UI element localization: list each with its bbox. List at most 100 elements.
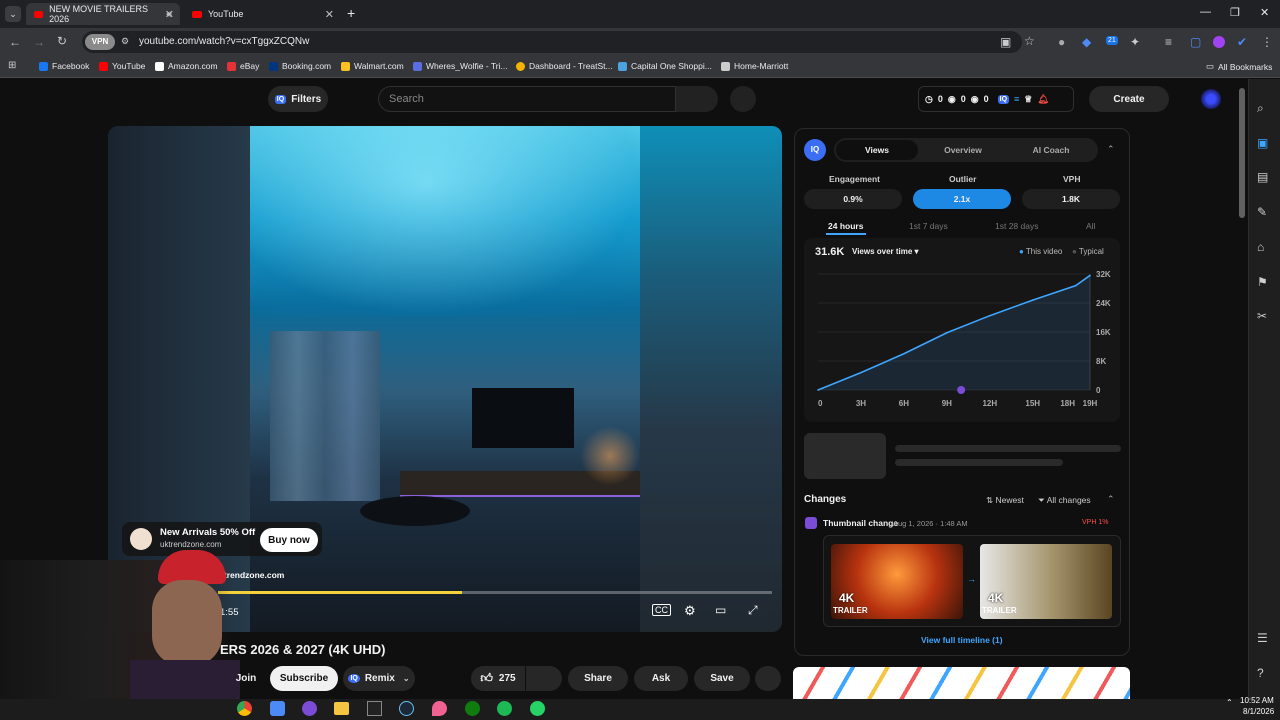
tab-ai-coach[interactable]: AI Coach bbox=[1008, 140, 1094, 160]
channel-avatar[interactable] bbox=[1201, 89, 1221, 109]
collapse-icon[interactable]: ⌃ bbox=[1107, 144, 1115, 155]
bookmark-youtube[interactable]: YouTube bbox=[99, 61, 145, 71]
profile-avatar[interactable] bbox=[1213, 36, 1225, 48]
fullscreen-icon[interactable]: ⤢ bbox=[748, 603, 758, 618]
bookmark-facebook[interactable]: Facebook bbox=[39, 61, 89, 71]
sort-newest-button[interactable]: ⇅ Newest bbox=[986, 495, 1024, 506]
notes-icon[interactable]: ✎ bbox=[1257, 205, 1267, 219]
voice-search-button[interactable] bbox=[730, 86, 756, 112]
extension-shield-icon[interactable]: ◆ bbox=[1082, 35, 1091, 49]
extension-check-icon[interactable]: ✔ bbox=[1237, 35, 1247, 49]
bookmark-amazon[interactable]: Amazon.com bbox=[155, 61, 218, 71]
iq-icon[interactable]: IQ bbox=[997, 94, 1010, 104]
bookmark-booking[interactable]: Booking.com bbox=[269, 61, 331, 71]
time-tab-28d[interactable]: 1st 28 days bbox=[995, 221, 1038, 231]
url-text[interactable]: youtube.com/watch?v=cxTggxZCQNw bbox=[139, 36, 309, 47]
new-tab-button[interactable]: + bbox=[347, 5, 355, 21]
metric-engagement[interactable]: 0.9% bbox=[804, 189, 902, 209]
save-button[interactable]: Save bbox=[694, 666, 750, 691]
bookmark-star-icon[interactable]: ☆ bbox=[1024, 34, 1035, 48]
app-icon[interactable] bbox=[270, 701, 285, 716]
reading-list-icon[interactable]: ≡ bbox=[1165, 35, 1172, 49]
whatsapp-icon[interactable] bbox=[530, 701, 545, 716]
join-button[interactable]: Join bbox=[226, 666, 266, 691]
time-tab-7d[interactable]: 1st 7 days bbox=[909, 221, 948, 231]
remix-button[interactable]: IQ Remix ⌄ bbox=[343, 666, 415, 691]
news-icon[interactable]: ▤ bbox=[1257, 170, 1268, 184]
bookmark-wolfie[interactable]: Wheres_Wolfie - Tri... bbox=[413, 61, 508, 71]
steam-icon[interactable] bbox=[399, 701, 414, 716]
more-actions-button[interactable] bbox=[755, 666, 781, 691]
bookmark-capital-one[interactable]: Capital One Shoppi... bbox=[618, 61, 712, 71]
bookmark-walmart[interactable]: Walmart.com bbox=[341, 61, 404, 71]
site-info-icon[interactable]: ⚙ bbox=[121, 36, 129, 47]
taskbar-date[interactable]: 8/1/2026 bbox=[1243, 707, 1274, 716]
page-scrollbar[interactable] bbox=[1239, 88, 1245, 218]
spotify-icon[interactable] bbox=[497, 701, 512, 716]
collapse-changes-icon[interactable]: ⌃ bbox=[1107, 494, 1115, 505]
theater-mode-icon[interactable]: ▭ bbox=[715, 603, 726, 617]
tab-overview[interactable]: Overview bbox=[922, 140, 1004, 160]
restore-icon[interactable]: ❐ bbox=[1230, 6, 1240, 19]
all-bookmarks[interactable]: ▭ All Bookmarks bbox=[1206, 61, 1272, 72]
tools-icon[interactable]: ✂ bbox=[1257, 309, 1267, 323]
view-full-timeline-link[interactable]: View full timeline (1) bbox=[921, 635, 1003, 645]
tab-views[interactable]: Views bbox=[836, 140, 918, 160]
settings-icon[interactable]: ⚙ bbox=[684, 603, 696, 619]
epic-games-icon[interactable] bbox=[367, 701, 382, 716]
create-button[interactable]: Create bbox=[1089, 86, 1169, 112]
trophy-icon[interactable]: ♕ bbox=[1024, 94, 1032, 105]
share-button[interactable]: Share bbox=[568, 666, 628, 691]
tab-movie-trailers[interactable]: NEW MOVIE TRAILERS 2026 🔊︎ ✕ bbox=[26, 3, 180, 25]
search-input[interactable]: Search bbox=[378, 86, 676, 112]
reload-icon[interactable]: ↻ bbox=[57, 34, 67, 48]
minimize-icon[interactable]: — bbox=[1200, 6, 1211, 18]
extension-badge[interactable]: 21 bbox=[1106, 36, 1118, 45]
xbox-icon[interactable] bbox=[465, 701, 480, 716]
sidepanel-icon[interactable]: ▢ bbox=[1190, 35, 1201, 49]
filters-button[interactable]: IQ Filters bbox=[268, 86, 328, 112]
all-changes-filter[interactable]: ⏷ All changes bbox=[1038, 495, 1091, 506]
metric-outlier[interactable]: 2.1x bbox=[913, 189, 1011, 209]
bookmark-ebay[interactable]: eBay bbox=[227, 61, 259, 71]
subscribe-button[interactable]: Subscribe bbox=[270, 666, 338, 691]
search-button[interactable] bbox=[676, 86, 718, 112]
close-tab-icon[interactable]: ✕ bbox=[165, 8, 174, 21]
views-dropdown[interactable]: Views over time ▾ bbox=[852, 247, 919, 256]
time-tab-all[interactable]: All bbox=[1086, 221, 1095, 231]
app-icon[interactable] bbox=[302, 701, 317, 716]
chat-icon[interactable]: ▣ bbox=[1257, 136, 1268, 150]
tab-youtube[interactable]: YouTube ✕ bbox=[184, 3, 340, 25]
captions-icon[interactable]: CC bbox=[652, 604, 671, 616]
list-icon[interactable]: ≡ bbox=[1014, 94, 1019, 104]
change-title[interactable]: Thumbnail change bbox=[823, 518, 898, 528]
vpn-badge[interactable]: VPN bbox=[85, 34, 115, 50]
recommended-video-thumbnail[interactable] bbox=[793, 667, 1130, 699]
chrome-app-icon[interactable] bbox=[237, 701, 252, 716]
search-icon[interactable]: ⌕ bbox=[1257, 101, 1264, 116]
apps-icon[interactable]: ⊞ bbox=[8, 60, 16, 71]
tag-icon[interactable]: ⌂ bbox=[1257, 240, 1264, 254]
time-tab-24h[interactable]: 24 hours bbox=[828, 221, 863, 231]
ask-button[interactable]: Ask bbox=[634, 666, 688, 691]
buy-now-button[interactable]: Buy now bbox=[260, 528, 318, 552]
like-button[interactable]: 👍︎ 275 bbox=[471, 666, 525, 691]
close-tab-icon[interactable]: ✕ bbox=[325, 8, 334, 21]
old-thumbnail[interactable]: 4K TRAILER bbox=[831, 544, 963, 619]
cast-icon[interactable]: ▣ bbox=[1000, 35, 1011, 49]
dislike-button[interactable] bbox=[526, 666, 562, 691]
extension-icon[interactable]: ● bbox=[1058, 35, 1065, 49]
forward-icon[interactable]: → bbox=[33, 35, 45, 49]
puzzle-icon[interactable]: ✦ bbox=[1130, 35, 1140, 49]
close-window-icon[interactable]: ✕ bbox=[1260, 6, 1269, 19]
bookmark-treatstock[interactable]: Dashboard - TreatSt... bbox=[516, 61, 613, 71]
tray-chevron-icon[interactable]: ⌃ bbox=[1226, 698, 1233, 707]
bell-icon[interactable]: 🔔︎ bbox=[1037, 94, 1048, 105]
new-thumbnail[interactable]: 4K TRAILER bbox=[980, 544, 1112, 619]
tab-search-button[interactable]: ⌄ bbox=[5, 6, 21, 22]
help-icon[interactable]: ? bbox=[1257, 666, 1264, 680]
metric-vph[interactable]: 1.8K bbox=[1022, 189, 1120, 209]
game-icon[interactable]: ⚑ bbox=[1257, 275, 1268, 289]
bookmark-marriott[interactable]: Home-Marriott bbox=[721, 61, 788, 71]
sliders-icon[interactable]: ☰ bbox=[1257, 631, 1268, 645]
